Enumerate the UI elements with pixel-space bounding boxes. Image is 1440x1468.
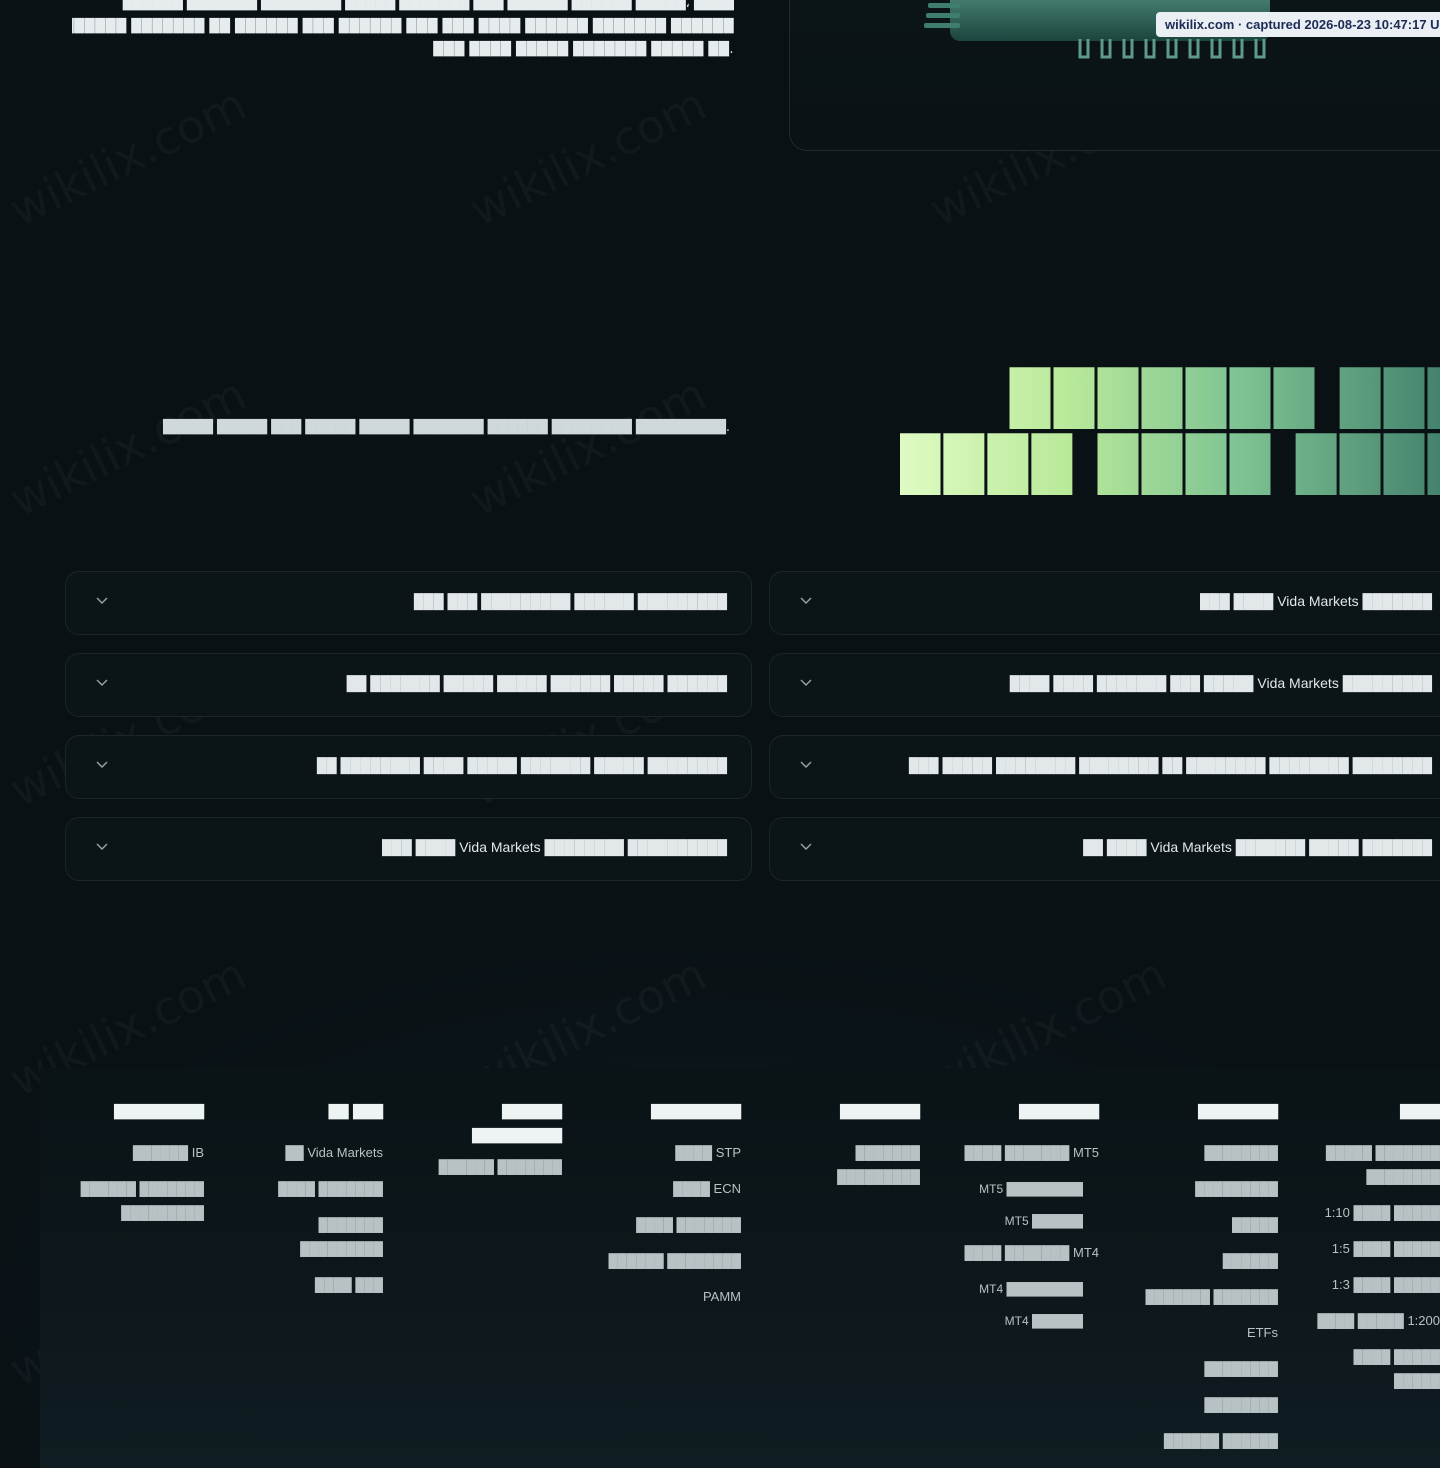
footer-link[interactable]: █████████ MT4 <box>939 1277 1083 1301</box>
chevron-down-icon <box>800 597 812 604</box>
faq-question: ████████ █████ ███████ █████ ████ ██████… <box>316 757 727 773</box>
heading-line: ████████ ████ ████ <box>910 435 1440 495</box>
footer-link[interactable]: ███████ █████ ████████ <box>1315 1141 1440 1189</box>
footer-link[interactable]: ███████ ████ <box>591 1213 741 1237</box>
faq-item[interactable]: ██████████ ████████ Vida Markets ████ ██… <box>65 817 752 881</box>
faq-question: █████████ Vida Markets █████ ███ ███████… <box>1009 675 1432 691</box>
footer-link[interactable]: ETFs <box>1128 1321 1278 1345</box>
footer-link[interactable]: ███████ ██████ <box>412 1155 562 1179</box>
footer-link[interactable]: ████████ <box>1128 1141 1278 1165</box>
footer-column-heading: ██████ █████████ <box>472 1105 562 1144</box>
heading-line: ███████ ███████ <box>910 369 1440 429</box>
faq-question: ██████████ ████████ Vida Markets ████ ██… <box>382 839 727 855</box>
faq-item[interactable]: █████████ Vida Markets █████ ███ ███████… <box>769 653 1440 717</box>
footer-column: ████████ ███████ █████████ <box>770 1101 920 1201</box>
faq-item[interactable]: ████████ █████ ███████ █████ ████ ██████… <box>65 735 752 799</box>
footer-link[interactable]: ████████ <box>1128 1393 1278 1417</box>
footer-column: ████████ MT5 ███████ ████ █████████ MT5 … <box>939 1101 1099 1341</box>
footer-link[interactable]: █████ ████ 1:3 <box>1315 1273 1440 1297</box>
footer-link[interactable]: ██████ MT5 <box>939 1209 1083 1233</box>
faq-question: ██████ █████ ██████ █████ █████ ███████ … <box>346 675 727 691</box>
intro-line: ██████ ███████ ██████ ████ ███ ███ █████… <box>72 19 734 34</box>
footer-link[interactable]: ███ ████ <box>233 1273 383 1297</box>
footer-link[interactable]: ███████ █████████ <box>835 1141 920 1189</box>
footer-link[interactable]: ███████ ██████ █████████ <box>79 1177 204 1225</box>
footer-column-heading: ████████ <box>840 1105 920 1120</box>
footer-column-heading: ███ ██ <box>328 1105 383 1120</box>
footer-link[interactable]: MT4 ███████ ████ <box>939 1241 1099 1265</box>
footer-link[interactable]: █████ <box>1128 1213 1278 1237</box>
footer-link[interactable]: IB ██████ <box>54 1141 204 1165</box>
footer-link[interactable]: ███████ ███████ <box>1128 1285 1278 1309</box>
footer-column-heading: ████████ <box>1019 1105 1099 1120</box>
faq-item[interactable]: ████████ ████████ ████████ ██ ████████ █… <box>769 735 1440 799</box>
faq-question: █████████ ██████ █████████ ███ ███ <box>413 593 727 609</box>
faq-question: ███████ Vida Markets ████ ███ <box>1200 593 1432 609</box>
chevron-down-icon <box>800 843 812 850</box>
chevron-down-icon <box>96 761 108 768</box>
footer-link[interactable]: █████████ MT5 <box>939 1177 1083 1201</box>
footer-link[interactable]: ECN ████ <box>591 1177 741 1201</box>
section-heading: ███████ ███████ ████████ ████ ████ <box>900 366 1440 498</box>
footer-column: █████████ IB ██████ ███████ ██████ █████… <box>54 1101 204 1237</box>
intro-paragraph: ████ ،█████ ██████ ██████ ███ ███████ ██… <box>72 0 734 61</box>
footer-column: ████████ ████████ █████████ █████ ██████… <box>1128 1101 1278 1465</box>
footer-column-heading: █████████ <box>114 1105 204 1120</box>
chevron-down-icon <box>800 679 812 686</box>
footer-column: ███ ██ Vida Markets ██ ███████ ████ ████… <box>233 1101 383 1309</box>
footer-link[interactable]: ███████ ████ <box>233 1177 383 1201</box>
footer-column-heading: █████████ <box>651 1105 741 1120</box>
faq-item[interactable]: █████████ ██████ █████████ ███ ███ <box>65 571 752 635</box>
faq-item[interactable]: ██████ █████ ██████ █████ █████ ███████ … <box>65 653 752 717</box>
chevron-down-icon <box>96 597 108 604</box>
intro-line: ████ ،█████ ██████ ██████ ███ ███████ ██… <box>122 0 734 11</box>
faq-item[interactable]: ███████ █████ ███████ Vida Markets ████ … <box>769 817 1440 881</box>
footer-link[interactable]: ██████ <box>1128 1249 1278 1273</box>
footer-column: █████████ STP ████ ECN ████ ███████ ████… <box>591 1101 741 1321</box>
footer-link[interactable]: 1:200 █████ ████ <box>1315 1309 1440 1333</box>
chevron-down-icon <box>800 761 812 768</box>
footer-column-heading: ████████ <box>1198 1105 1278 1120</box>
footer-link[interactable]: ███████ █████████ <box>298 1213 383 1261</box>
capture-timestamp: wikilix.com · captured 2026-08-23 10:47:… <box>1156 12 1440 37</box>
footer-link[interactable]: █████ ████ █████ <box>1315 1345 1440 1393</box>
intro-line: .██ █████ ███████ █████ ████ ███ <box>433 42 734 57</box>
footer-column-heading: ████ <box>1400 1105 1440 1120</box>
footer-link[interactable]: PAMM <box>591 1285 741 1309</box>
faq-question: ████████ ████████ ████████ ██ ████████ █… <box>908 757 1432 773</box>
footer-column: ██████ █████████ ███████ ██████ <box>412 1101 562 1191</box>
footer-link[interactable]: █████ ████ 1:10 <box>1315 1201 1440 1225</box>
footer-link[interactable]: ██████ ██████ <box>1128 1429 1278 1453</box>
faq-question: ███████ █████ ███████ Vida Markets ████ … <box>1083 839 1432 855</box>
footer-link[interactable]: ████████ ██████ <box>591 1249 741 1273</box>
chevron-down-icon <box>96 679 108 686</box>
footer-link[interactable]: █████████ <box>1128 1177 1278 1201</box>
footer-column: ████ ███████ █████ ████████ █████ ████ 1… <box>1315 1101 1440 1405</box>
footer-link[interactable]: STP ████ <box>591 1141 741 1165</box>
footer-link[interactable]: ██████ MT4 <box>939 1309 1083 1333</box>
faq-item[interactable]: ███████ Vida Markets ████ ███ <box>769 571 1440 635</box>
footer-link[interactable]: Vida Markets ██ <box>233 1141 383 1165</box>
footer-link[interactable]: MT5 ███████ ████ <box>939 1141 1099 1165</box>
chevron-down-icon <box>96 843 108 850</box>
footer-link[interactable]: █████ ████ 1:5 <box>1315 1237 1440 1261</box>
section-subtext: .█████████ ████████ ██████ ███████ █████… <box>162 420 730 435</box>
footer-link[interactable]: ████████ <box>1128 1357 1278 1381</box>
